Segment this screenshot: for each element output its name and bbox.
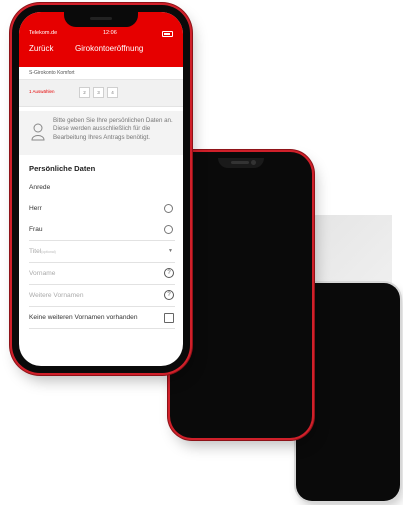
keine-vornamen-checkbox-row[interactable]: Keine weiteren Vornamen vorhanden <box>29 307 175 329</box>
section-title: Persönliche Daten <box>29 164 96 173</box>
radio-herr-button[interactable] <box>164 204 173 213</box>
info-text: Bitte geben Sie Ihre persönlichen Daten … <box>53 117 173 141</box>
carrier-label: Telekom.de <box>29 30 58 36</box>
product-subtitle: S-Girokonto Komfort <box>19 67 183 80</box>
anrede-label-text: Anrede <box>29 184 51 191</box>
help-icon[interactable]: ? <box>164 290 174 300</box>
radio-herr-label: Herr <box>29 205 42 212</box>
speaker-grille <box>90 17 112 20</box>
step-2[interactable]: 2 <box>79 87 90 98</box>
back-button[interactable]: Zurück <box>29 44 53 53</box>
help-icon[interactable]: ? <box>164 268 174 278</box>
titel-select[interactable]: Titel(optional) ▼ <box>29 241 175 263</box>
weitere-vornamen-field[interactable]: Weitere Vornamen ? <box>29 285 175 307</box>
step-3[interactable]: 3 <box>93 87 104 98</box>
step-indicator: 1 Auswählen 2 3 4 <box>19 80 183 107</box>
phone-middle <box>170 152 312 438</box>
status-bar: Telekom.de 12:06 <box>29 30 173 38</box>
weitere-vornamen-placeholder[interactable]: Weitere Vornamen <box>29 292 84 299</box>
radio-frau-label: Frau <box>29 226 43 233</box>
checkbox[interactable] <box>164 313 174 323</box>
keine-vornamen-label: Keine weiteren Vornamen vorhanden <box>29 314 138 321</box>
vorname-placeholder[interactable]: Vorname <box>29 270 55 277</box>
radio-frau-button[interactable] <box>164 225 173 234</box>
person-icon <box>31 123 45 141</box>
phone-notch <box>64 12 138 27</box>
nav-bar: Zurück Girokontoeröffnung <box>29 44 173 56</box>
titel-hint: (optional) <box>41 250 56 254</box>
phone-front: Telekom.de 12:06 Zurück Girokontoeröffnu… <box>12 5 190 373</box>
radio-herr[interactable]: Herr <box>29 198 175 219</box>
step-4[interactable]: 4 <box>107 87 118 98</box>
camera-icon <box>251 160 256 165</box>
app-screen: Telekom.de 12:06 Zurück Girokontoeröffnu… <box>19 12 183 366</box>
titel-label: Titel <box>29 248 42 255</box>
step-active[interactable]: 1 Auswählen <box>29 89 55 94</box>
anrede-label: Anrede <box>29 177 175 198</box>
phone-notch <box>218 158 264 168</box>
radio-frau[interactable]: Frau <box>29 219 175 241</box>
clock: 12:06 <box>103 30 117 36</box>
vorname-field[interactable]: Vorname ? <box>29 263 175 285</box>
battery-icon <box>162 31 173 37</box>
chevron-down-icon[interactable]: ▼ <box>168 241 173 262</box>
page-title: Girokontoeröffnung <box>75 44 144 53</box>
speaker-grille <box>231 161 249 164</box>
info-box: Bitte geben Sie Ihre persönlichen Daten … <box>19 111 183 155</box>
